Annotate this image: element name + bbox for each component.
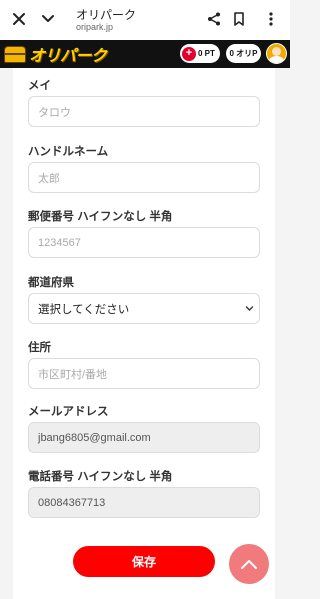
- treasure-chest-icon: [4, 45, 26, 63]
- site-logo[interactable]: オリパーク: [4, 42, 107, 66]
- mei-input[interactable]: タロウ: [28, 96, 260, 127]
- chevron-up-icon: [241, 560, 257, 569]
- address-placeholder: 市区町村/番地: [38, 368, 108, 381]
- share-icon[interactable]: [203, 8, 225, 30]
- chevron-down-icon: [245, 304, 254, 316]
- mei-placeholder: タロウ: [38, 106, 71, 119]
- handle-name-label: ハンドルネーム: [28, 146, 109, 158]
- logo-text: オリパーク: [29, 46, 107, 65]
- email-field: jbang6805@gmail.com: [28, 422, 260, 453]
- save-button[interactable]: 保存: [73, 546, 215, 577]
- scroll-to-top-button[interactable]: [229, 544, 269, 584]
- bookmark-icon[interactable]: [228, 8, 250, 30]
- site-title: オリパーク: [76, 8, 137, 22]
- site-header: オリパーク + 0 PT 0 オリP: [0, 40, 290, 68]
- postal-code-label: 郵便番号 ハイフンなし 半角: [28, 211, 173, 223]
- email-value: jbang6805@gmail.com: [38, 431, 151, 444]
- phone-value: 08084367713: [38, 496, 106, 509]
- handle-name-placeholder: 太郎: [38, 172, 60, 185]
- prefecture-value: 選択してください: [38, 303, 130, 316]
- plus-icon: +: [182, 46, 196, 61]
- address-label: 住所: [28, 342, 51, 354]
- phone-field: 08084367713: [28, 487, 260, 518]
- chevron-down-icon[interactable]: [37, 8, 59, 30]
- email-label: メールアドレス: [28, 406, 109, 418]
- address-input[interactable]: 市区町村/番地: [28, 358, 260, 389]
- points-label: 0 PT: [198, 49, 215, 58]
- prefecture-label: 都道府県: [28, 277, 74, 289]
- points-badge[interactable]: + 0 PT: [180, 44, 220, 63]
- postal-code-placeholder: 1234567: [38, 236, 81, 249]
- postal-code-input[interactable]: 1234567: [28, 227, 260, 258]
- orip-badge[interactable]: 0 オリP: [226, 44, 261, 63]
- close-icon[interactable]: [8, 8, 30, 30]
- mei-label: メイ: [28, 80, 51, 92]
- site-url: oripark.jp: [76, 22, 114, 32]
- prefecture-select[interactable]: 選択してください: [28, 293, 260, 324]
- avatar[interactable]: [266, 43, 287, 64]
- phone-label: 電話番号 ハイフンなし 半角: [28, 471, 173, 483]
- profile-form: メイ タロウ ハンドルネーム 太郎 郵便番号 ハイフンなし 半角 1234567…: [13, 68, 275, 599]
- orip-label: 0 オリP: [229, 49, 258, 58]
- browser-toolbar: オリパーク oripark.jp: [0, 0, 290, 40]
- handle-name-input[interactable]: 太郎: [28, 162, 260, 193]
- more-vert-icon[interactable]: [260, 8, 282, 30]
